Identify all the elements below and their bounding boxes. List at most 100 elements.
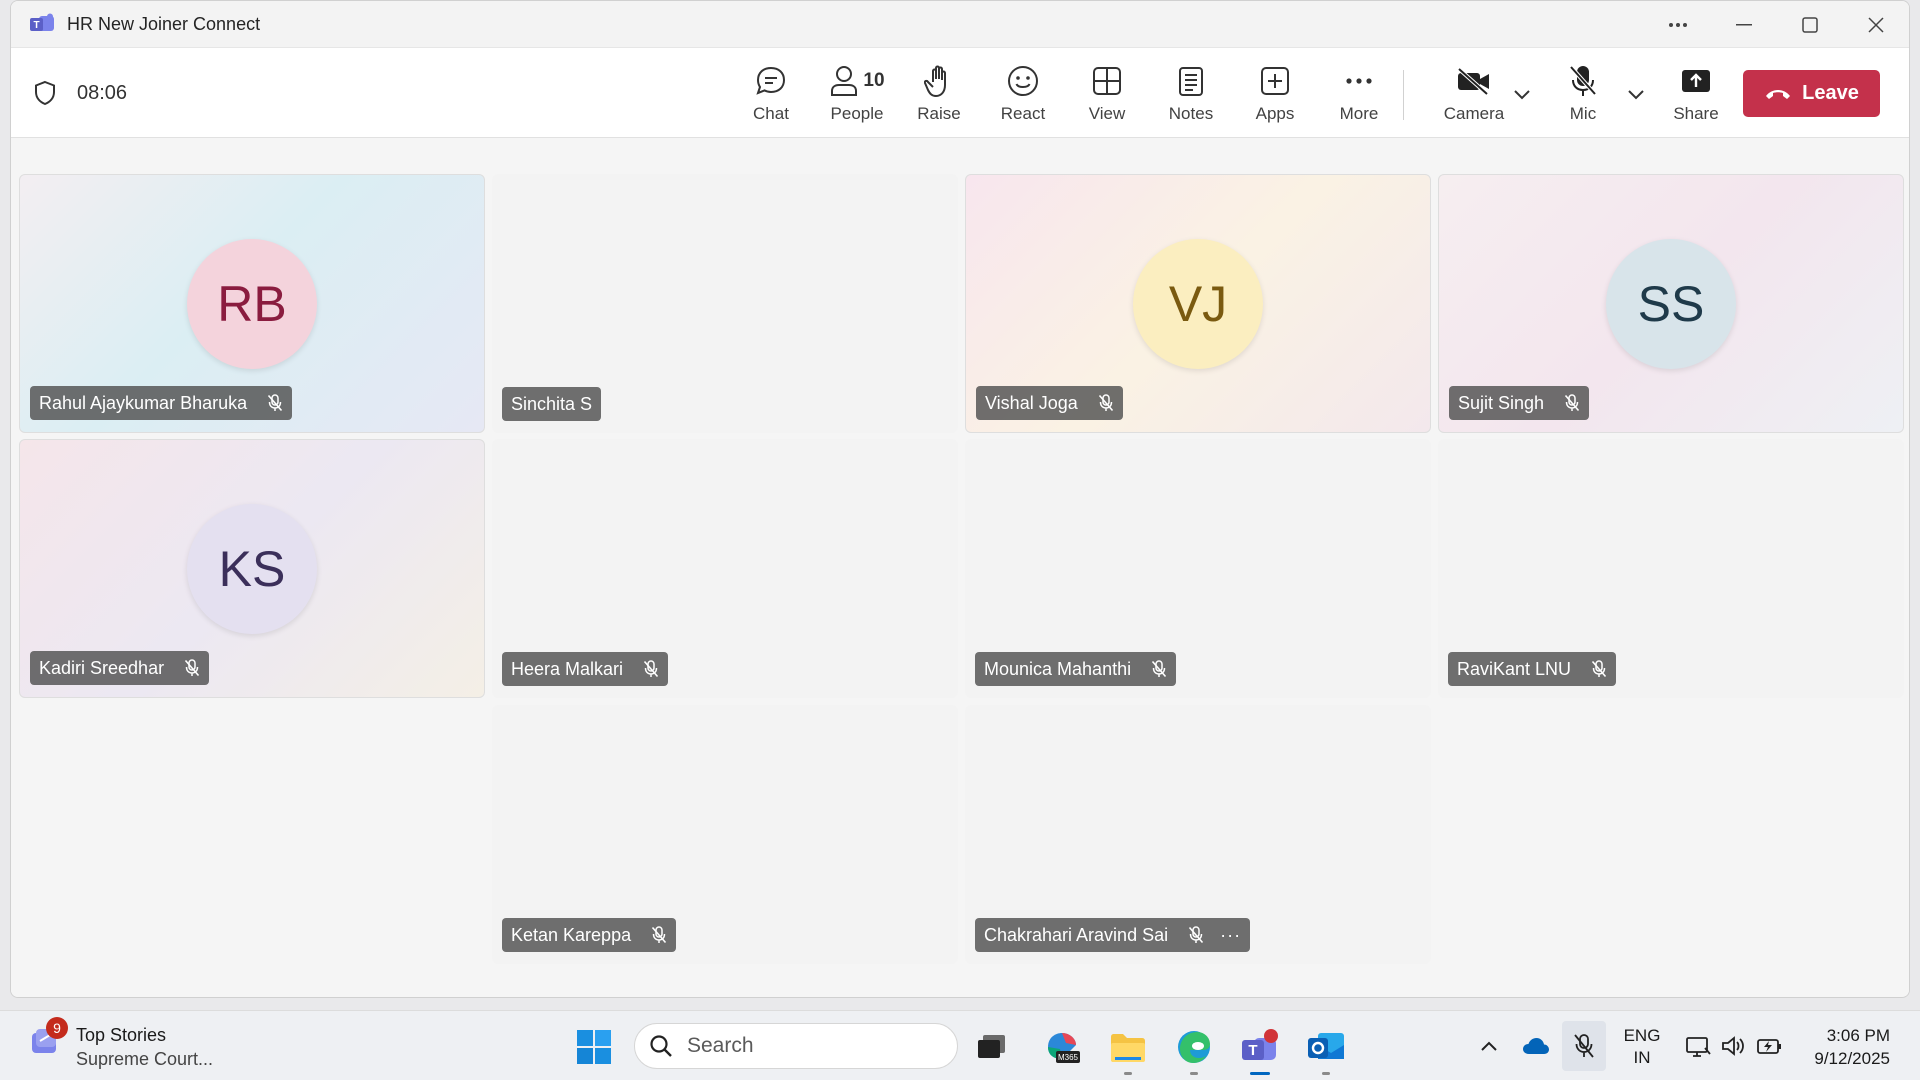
meeting-toolbar: 08:06 Chat 10 People Raise React View No… (11, 48, 1909, 138)
battery-button[interactable] (1754, 1011, 1786, 1080)
notes-button[interactable]: Notes (1151, 62, 1231, 126)
meeting-timer: 08:06 (77, 82, 128, 104)
participant-tile[interactable]: Sinchita S (492, 174, 958, 433)
participant-name-tag: Chakrahari Aravind Sai ··· (975, 918, 1251, 952)
grid-view-icon (1093, 67, 1121, 95)
participant-tile[interactable]: SS Sujit Singh (1438, 174, 1904, 433)
avatar: KS (187, 504, 317, 634)
participant-tile[interactable]: RaviKant LNU (1438, 439, 1904, 698)
system-clock[interactable]: 3:06 PM 9/12/2025 (1800, 1024, 1890, 1070)
shield-icon (35, 80, 55, 106)
mic-muted-icon (1098, 394, 1114, 412)
news-title: Top Stories (76, 1025, 167, 1045)
avatar: SS (1606, 239, 1736, 369)
svg-text:T: T (1248, 1042, 1257, 1059)
network-status-button[interactable] (1682, 1011, 1714, 1080)
windows-start-icon[interactable] (576, 1029, 612, 1065)
raise-hand-icon (924, 65, 946, 97)
leave-label: Leave (1802, 82, 1859, 104)
share-button[interactable]: Share (1656, 62, 1736, 126)
toolbar-divider (1403, 70, 1404, 120)
participant-name: RaviKant LNU (1457, 658, 1572, 679)
camera-label: Camera (1443, 104, 1505, 123)
title-bar: T HR New Joiner Connect (11, 1, 1909, 48)
smiley-icon (1008, 66, 1038, 96)
participant-tile[interactable]: KS Kadiri Sreedhar (19, 439, 485, 698)
camera-options-chevron-down-icon[interactable] (1513, 88, 1531, 100)
share-tray-icon (1682, 70, 1710, 92)
participant-more-options-button[interactable]: ··· (1220, 925, 1241, 946)
participant-name: Vishal Joga (985, 392, 1078, 413)
participant-name: Mounica Mahanthi (984, 658, 1132, 679)
volume-button[interactable] (1718, 1011, 1750, 1080)
search-icon (650, 1035, 672, 1057)
more-horizontal-icon (1346, 78, 1372, 84)
people-button[interactable]: 10 People (815, 62, 899, 126)
input-language-indicator[interactable]: ENG IN (1622, 1025, 1662, 1069)
react-label: React (1000, 104, 1046, 123)
participant-name: Ketan Kareppa (511, 924, 632, 945)
chat-icon (756, 66, 786, 95)
minimize-button[interactable] (1711, 1, 1777, 48)
window-controls (1645, 1, 1909, 48)
mic-muted-icon (1151, 660, 1167, 678)
folder-icon (1111, 1034, 1145, 1062)
edge-icon (1178, 1031, 1210, 1063)
participant-name: Sinchita S (511, 393, 593, 414)
news-widget[interactable]: 9 Top Stories Supreme Court... (28, 1017, 214, 1071)
maximize-icon (1802, 16, 1818, 33)
teams-taskbar-button[interactable]: T (1238, 1025, 1282, 1075)
onedrive-cloud-icon (1523, 1038, 1549, 1054)
mic-muted-icon (1188, 926, 1204, 944)
m365-copilot-button[interactable]: M365 (1040, 1025, 1084, 1069)
outlook-button[interactable] (1304, 1025, 1348, 1075)
windows-taskbar: 9 Top Stories Supreme Court... Search M3… (0, 1010, 1920, 1080)
mic-button[interactable]: Mic (1543, 62, 1623, 126)
participant-name: Kadiri Sreedhar (39, 657, 165, 678)
people-label: People (830, 104, 884, 123)
participant-tile[interactable]: Mounica Mahanthi (965, 439, 1431, 698)
hang-up-icon (1766, 89, 1791, 99)
participant-name-tag: Kadiri Sreedhar (30, 651, 210, 685)
mic-options-chevron-down-icon[interactable] (1627, 88, 1645, 100)
react-button[interactable]: React (983, 62, 1063, 126)
onedrive-tray-button[interactable] (1518, 1011, 1554, 1080)
raise-hand-button[interactable]: Raise (899, 62, 979, 126)
participant-tile[interactable]: Ketan Kareppa (492, 705, 958, 964)
add-apps-icon (1261, 67, 1289, 95)
participant-name-tag: Rahul Ajaykumar Bharuka (30, 386, 293, 420)
avatar: RB (187, 239, 317, 369)
show-hidden-icons-button[interactable] (1472, 1011, 1506, 1080)
participant-tile[interactable]: Heera Malkari (492, 439, 958, 698)
chevron-up-icon (1481, 1041, 1497, 1051)
speaker-icon (1722, 1036, 1744, 1056)
participant-name-tag: Sinchita S (502, 387, 602, 421)
news-badge: 9 (46, 1017, 68, 1039)
window-more-button[interactable] (1645, 1, 1711, 48)
participant-tile[interactable]: VJ Vishal Joga (965, 174, 1431, 433)
close-window-button[interactable] (1843, 1, 1909, 48)
mic-label: Mic (1569, 104, 1597, 123)
m365-copilot-icon: M365 (1048, 1033, 1080, 1063)
maximize-button[interactable] (1777, 1, 1843, 48)
participant-grid: RB Rahul Ajaykumar Bharuka Sinchita S VJ… (11, 139, 1909, 997)
participant-tile[interactable]: RB Rahul Ajaykumar Bharuka (19, 174, 485, 433)
more-button[interactable]: More (1319, 62, 1399, 126)
mic-tray-button[interactable] (1562, 1021, 1606, 1071)
network-monitor-icon (1686, 1037, 1711, 1057)
participant-tile[interactable]: Chakrahari Aravind Sai ··· (965, 705, 1431, 964)
notes-icon (1179, 67, 1203, 96)
mic-off-icon (1569, 65, 1597, 96)
apps-button[interactable]: Apps (1235, 62, 1315, 126)
task-view-button[interactable] (970, 1025, 1014, 1069)
taskbar-search-box[interactable]: Search (634, 1023, 958, 1069)
camera-button[interactable]: Camera (1428, 62, 1520, 126)
file-explorer-button[interactable] (1106, 1025, 1150, 1075)
news-subtitle: Supreme Court... (76, 1049, 214, 1069)
chat-button[interactable]: Chat (731, 62, 811, 126)
edge-browser-button[interactable] (1172, 1025, 1216, 1075)
participant-name-tag: Heera Malkari (502, 652, 669, 686)
close-icon (1868, 16, 1884, 33)
leave-button[interactable]: Leave (1743, 70, 1880, 117)
view-button[interactable]: View (1067, 62, 1147, 126)
